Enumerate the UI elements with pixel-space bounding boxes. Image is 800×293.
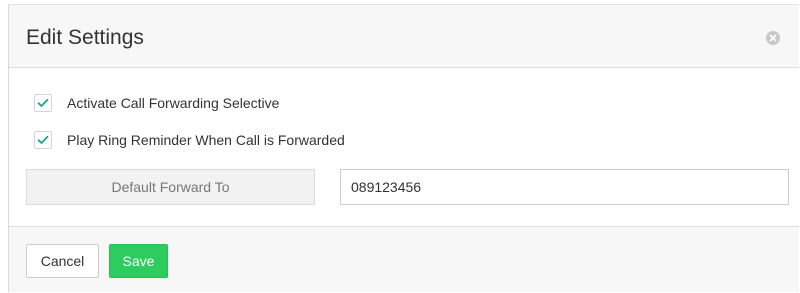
option-ring-reminder: Play Ring Reminder When Call is Forwarde…	[34, 131, 345, 149]
dialog-header: Edit Settings	[9, 5, 799, 68]
dialog-body: Activate Call Forwarding Selective Play …	[9, 68, 799, 227]
default-forward-number-input[interactable]	[340, 169, 789, 205]
default-forward-to-label: Default Forward To	[26, 169, 315, 205]
save-button[interactable]: Save	[109, 244, 168, 278]
ring-reminder-label: Play Ring Reminder When Call is Forwarde…	[67, 132, 345, 148]
dialog-title: Edit Settings	[26, 26, 144, 49]
edit-settings-dialog: Edit Settings Activate Call Forwarding S…	[8, 4, 799, 292]
call-forwarding-label: Activate Call Forwarding Selective	[67, 95, 280, 111]
close-icon[interactable]	[766, 31, 780, 45]
dialog-footer: Cancel Save	[9, 227, 799, 292]
call-forwarding-checkbox[interactable]	[34, 94, 52, 112]
check-icon	[37, 98, 49, 107]
option-call-forwarding-selective: Activate Call Forwarding Selective	[34, 94, 279, 112]
ring-reminder-checkbox[interactable]	[34, 131, 52, 149]
cancel-button[interactable]: Cancel	[26, 244, 99, 278]
check-icon	[37, 135, 49, 144]
